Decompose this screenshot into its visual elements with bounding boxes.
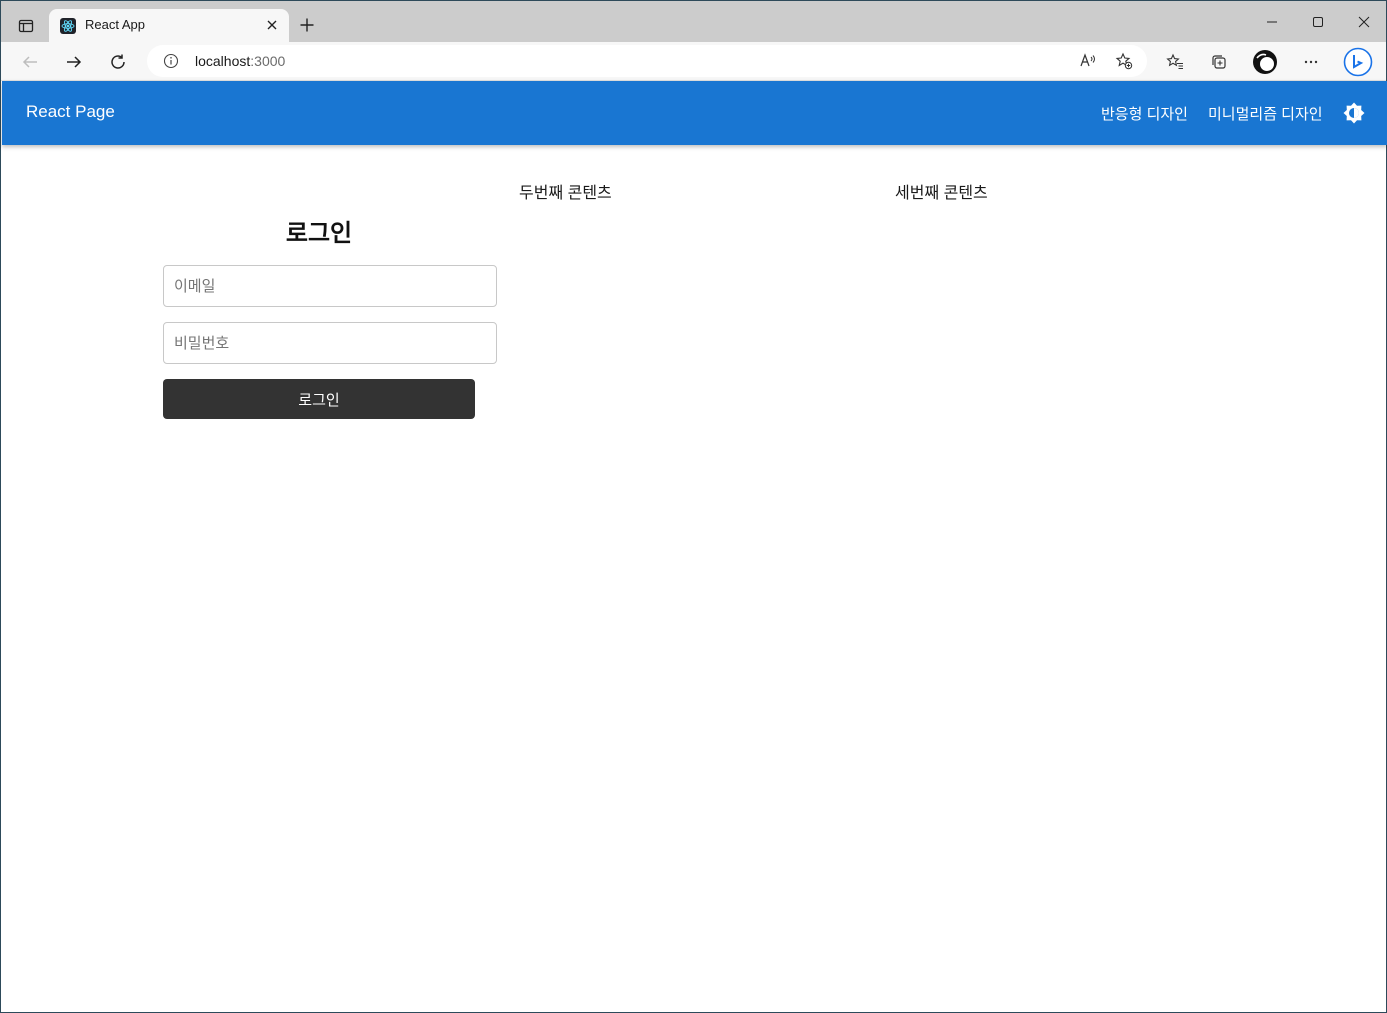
site-info-icon[interactable]: [163, 53, 179, 69]
tab-strip: React App: [1, 1, 1386, 42]
react-logo-icon: [60, 18, 76, 34]
refresh-icon[interactable]: [104, 48, 132, 76]
address-host: localhost: [195, 53, 251, 69]
read-aloud-icon[interactable]: [1077, 50, 1099, 72]
browser-tab[interactable]: React App: [49, 9, 289, 42]
nav-responsive-design[interactable]: 반응형 디자인: [1101, 103, 1188, 124]
forward-icon[interactable]: [60, 48, 88, 76]
collections-icon[interactable]: [1205, 48, 1233, 76]
brand-title[interactable]: React Page: [26, 102, 115, 122]
password-field[interactable]: [163, 322, 497, 364]
third-content-title: 세번째 콘텐츠: [895, 185, 988, 202]
add-favorite-icon[interactable]: [1113, 50, 1135, 72]
browser-toolbar: localhost:3000: [1, 42, 1386, 81]
close-window-icon[interactable]: [1349, 7, 1379, 37]
bing-copilot-icon[interactable]: [1342, 46, 1374, 78]
back-icon[interactable]: [16, 48, 44, 76]
new-tab-icon[interactable]: [295, 13, 319, 37]
brightness-icon[interactable]: [1342, 101, 1366, 125]
address-text[interactable]: localhost:3000: [195, 53, 285, 69]
more-options-icon[interactable]: [1297, 48, 1325, 76]
address-port: :3000: [250, 53, 286, 69]
app-header: React Page 반응형 디자인 미니멀리즘 디자인: [2, 81, 1387, 145]
favorites-icon[interactable]: [1161, 48, 1189, 76]
address-bar[interactable]: localhost:3000: [147, 45, 1147, 77]
nav-minimalism-design[interactable]: 미니멀리즘 디자인: [1208, 103, 1323, 124]
email-field[interactable]: [163, 265, 497, 307]
close-tab-icon[interactable]: [263, 16, 281, 34]
browser-window: React App localhost:3000 React Page 반응형 …: [0, 0, 1387, 1013]
profile-avatar-icon[interactable]: [1251, 48, 1279, 76]
login-button[interactable]: 로그인: [163, 379, 475, 419]
second-content-title: 두번째 콘텐츠: [519, 185, 612, 202]
maximize-icon[interactable]: [1303, 7, 1333, 37]
login-title: 로그인: [285, 220, 353, 247]
minimize-icon[interactable]: [1257, 7, 1287, 37]
tab-actions-icon[interactable]: [13, 13, 39, 39]
tab-title: React App: [85, 17, 145, 32]
